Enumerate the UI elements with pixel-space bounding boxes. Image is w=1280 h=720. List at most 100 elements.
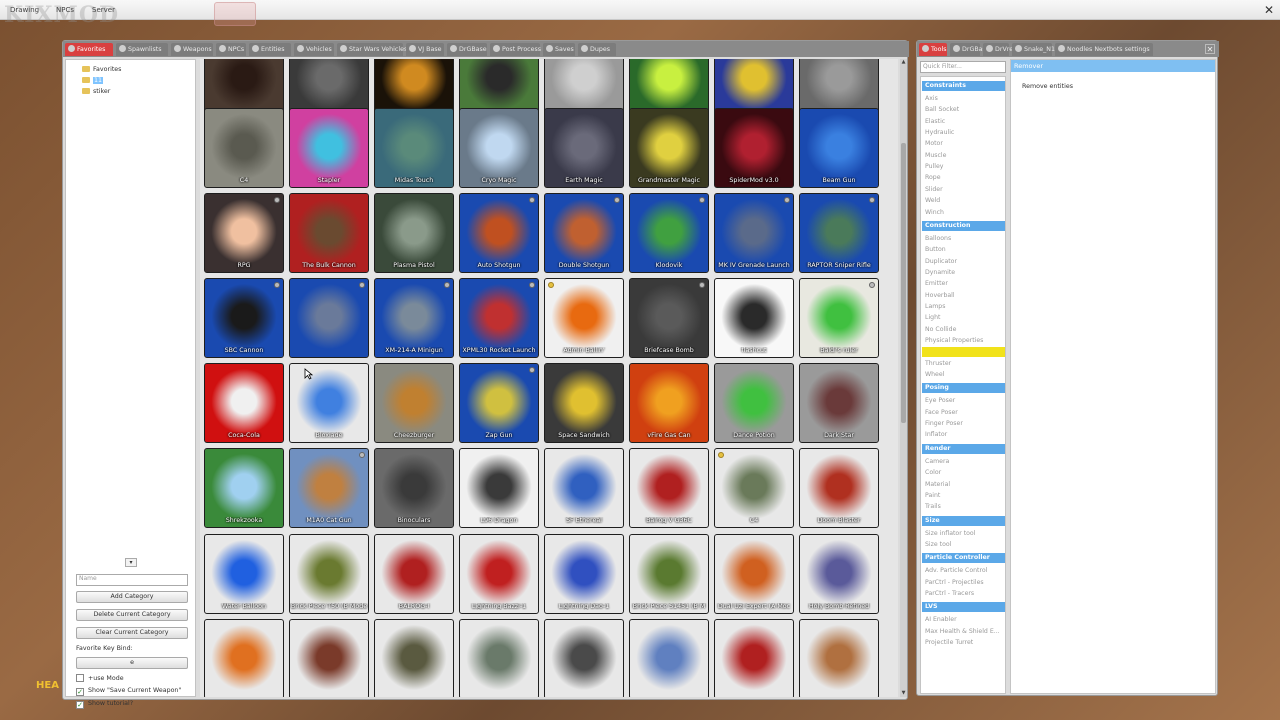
tab-vj-base[interactable]: VJ Base (406, 43, 444, 56)
menu-server[interactable]: Server (92, 6, 115, 14)
tool-item[interactable]: Muscle (922, 151, 1005, 161)
weapon-tile[interactable]: BALROG-I (374, 534, 454, 614)
tool-item[interactable]: Rope (922, 173, 1005, 183)
tool-item[interactable]: Size tool (922, 540, 1005, 550)
tool-item[interactable]: Eye Poser (922, 396, 1005, 406)
tree-item[interactable]: 11 (82, 77, 104, 84)
weapon-tile[interactable]: Brick Piece S1451 (B M (629, 534, 709, 614)
weapon-tile[interactable]: Water Balloon (204, 534, 284, 614)
clear-category-button[interactable]: Clear Current Category (76, 627, 188, 639)
tool-tab-drvrej[interactable]: DrVrej (983, 43, 1015, 56)
weapon-tile[interactable]: Holy Bomb Refined (799, 534, 879, 614)
weapon-tile[interactable]: C4 (714, 448, 794, 528)
check-icon[interactable]: ✓ (76, 701, 84, 709)
weapon-tile[interactable] (459, 619, 539, 697)
tool-item[interactable]: Inflator (922, 430, 1005, 440)
tool-item[interactable]: Weld (922, 196, 1005, 206)
weapon-tile[interactable]: Binoculars (374, 448, 454, 528)
check-icon[interactable]: ✓ (76, 688, 84, 696)
weapon-tile[interactable]: Briefcase Bomb (629, 278, 709, 358)
weapon-tile[interactable]: Brick Piece T50 (B Mode (289, 534, 369, 614)
tool-item[interactable]: Projectile Turret (922, 638, 1005, 648)
option-checkbox[interactable]: ✓ Show tutorial? (76, 700, 133, 709)
weapon-tile[interactable]: M1A0 Cat Gun (289, 448, 369, 528)
add-category-button[interactable]: Add Category (76, 591, 188, 603)
tool-item[interactable]: Finger Poser (922, 419, 1005, 429)
tool-category-header[interactable]: Size (922, 515, 1005, 526)
tool-tab-snake-n1[interactable]: Snake_N1 (1012, 43, 1055, 56)
delete-category-button[interactable]: Delete Current Category (76, 609, 188, 621)
tool-item[interactable]: Lamps (922, 302, 1005, 312)
tool-item[interactable]: Trails (922, 502, 1005, 512)
weapon-tile[interactable]: Shrekzooka (204, 448, 284, 528)
weapon-tile[interactable]: L96 Dragon (459, 448, 539, 528)
tool-category-header[interactable]: Particle Controller (922, 553, 1005, 564)
tool-item[interactable]: Light (922, 313, 1005, 323)
weapon-tile[interactable]: Doom Blaster (799, 448, 879, 528)
tool-item[interactable]: Wheel (922, 370, 1005, 380)
weapon-tile[interactable] (374, 619, 454, 697)
weapon-tile[interactable]: Auto Shotgun (459, 193, 539, 273)
tab-spawnlists[interactable]: Spawnlists (116, 43, 168, 56)
tool-tab-noodles-nextbots-settings[interactable]: Noodles Nextbots settings (1055, 43, 1153, 56)
weapon-tile[interactable]: Coca-Cola (204, 363, 284, 443)
weapon-tile[interactable]: Lightning Bazzi-1 (459, 534, 539, 614)
weapon-tile[interactable]: Stapler (289, 108, 369, 188)
weapon-tile[interactable]: Bloxiade (289, 363, 369, 443)
tab-weapons[interactable]: Weapons (171, 43, 213, 56)
menu-npcs[interactable]: NPCs (56, 6, 74, 14)
scroll-thumb[interactable] (901, 143, 906, 423)
tool-category-header[interactable]: Constraints (922, 81, 1005, 91)
tool-item[interactable]: Thruster (922, 359, 1005, 369)
weapon-tile[interactable]: flashcut (714, 278, 794, 358)
option-checkbox[interactable]: +use Mode (76, 674, 124, 682)
tool-item[interactable]: Dynamite (922, 268, 1005, 278)
tool-item[interactable]: Button (922, 245, 1005, 255)
tool-item[interactable]: Pulley (922, 162, 1005, 172)
weapon-tile[interactable]: Balrog V G36C (629, 448, 709, 528)
tool-category-header[interactable]: LVS (922, 602, 1005, 613)
tool-tab-drgbase[interactable]: DrGBase (950, 43, 990, 56)
grid-scrollbar[interactable]: ▲ ▼ (900, 59, 907, 697)
tool-category-header[interactable]: Posing (922, 383, 1005, 394)
tab-drgbase[interactable]: DrGBase (447, 43, 487, 56)
weapon-tile[interactable]: Midas Touch (374, 108, 454, 188)
weapon-tile[interactable]: Dark Star (799, 363, 879, 443)
menu-drawing[interactable]: Drawing (10, 6, 39, 14)
tree-item[interactable]: stiker (82, 88, 110, 95)
tab-favorites[interactable]: Favorites (65, 43, 113, 56)
tool-item[interactable]: Paint (922, 491, 1005, 501)
weapon-tile[interactable]: Beam Gun (799, 108, 879, 188)
tool-item[interactable]: Camera (922, 457, 1005, 467)
tool-item[interactable]: Max Health & Shield E... (922, 627, 1005, 637)
tab-saves[interactable]: Saves (543, 43, 575, 56)
weapon-tile[interactable]: Baldi's ruler (799, 278, 879, 358)
tool-item[interactable]: ParCtrl - Tracers (922, 589, 1005, 599)
tool-category-header[interactable]: Construction (922, 220, 1005, 231)
weapon-tile[interactable]: Space Sandwich (544, 363, 624, 443)
weapon-tile[interactable]: Zap Gun (459, 363, 539, 443)
weapon-tile[interactable]: C4 (204, 108, 284, 188)
tool-item[interactable]: Axis (922, 94, 1005, 104)
tab-post-process[interactable]: Post Process (490, 43, 541, 56)
weapon-tile[interactable]: Admin Ballin' (544, 278, 624, 358)
weapon-tile[interactable] (204, 619, 284, 697)
checkbox-box[interactable] (76, 674, 84, 682)
weapon-tile[interactable]: RPG (204, 193, 284, 273)
weapon-tile[interactable] (544, 619, 624, 697)
weapon-tile[interactable]: Cheezburger (374, 363, 454, 443)
tab-star-wars-vehicles[interactable]: Star Wars Vehicles (337, 43, 407, 56)
weapon-tile[interactable] (629, 619, 709, 697)
tool-item[interactable]: Adv. Particle Control (922, 566, 1005, 576)
weapon-tile[interactable] (289, 278, 369, 358)
tool-item[interactable]: Face Poser (922, 408, 1005, 418)
tool-item[interactable]: Emitter (922, 279, 1005, 289)
tool-item[interactable]: Ball Socket (922, 105, 1005, 115)
tool-item[interactable]: Hydraulic (922, 128, 1005, 138)
tool-item[interactable]: Balloons (922, 234, 1005, 244)
weapon-tile[interactable]: Dual Uzi Expert (A Moc (714, 534, 794, 614)
tool-item[interactable]: Material (922, 480, 1005, 490)
weapon-tile[interactable]: The Bulk Cannon (289, 193, 369, 273)
tree-item[interactable]: Favorites (82, 66, 121, 73)
weapon-tile[interactable]: RAPTOR Sniper Rifle (799, 193, 879, 273)
